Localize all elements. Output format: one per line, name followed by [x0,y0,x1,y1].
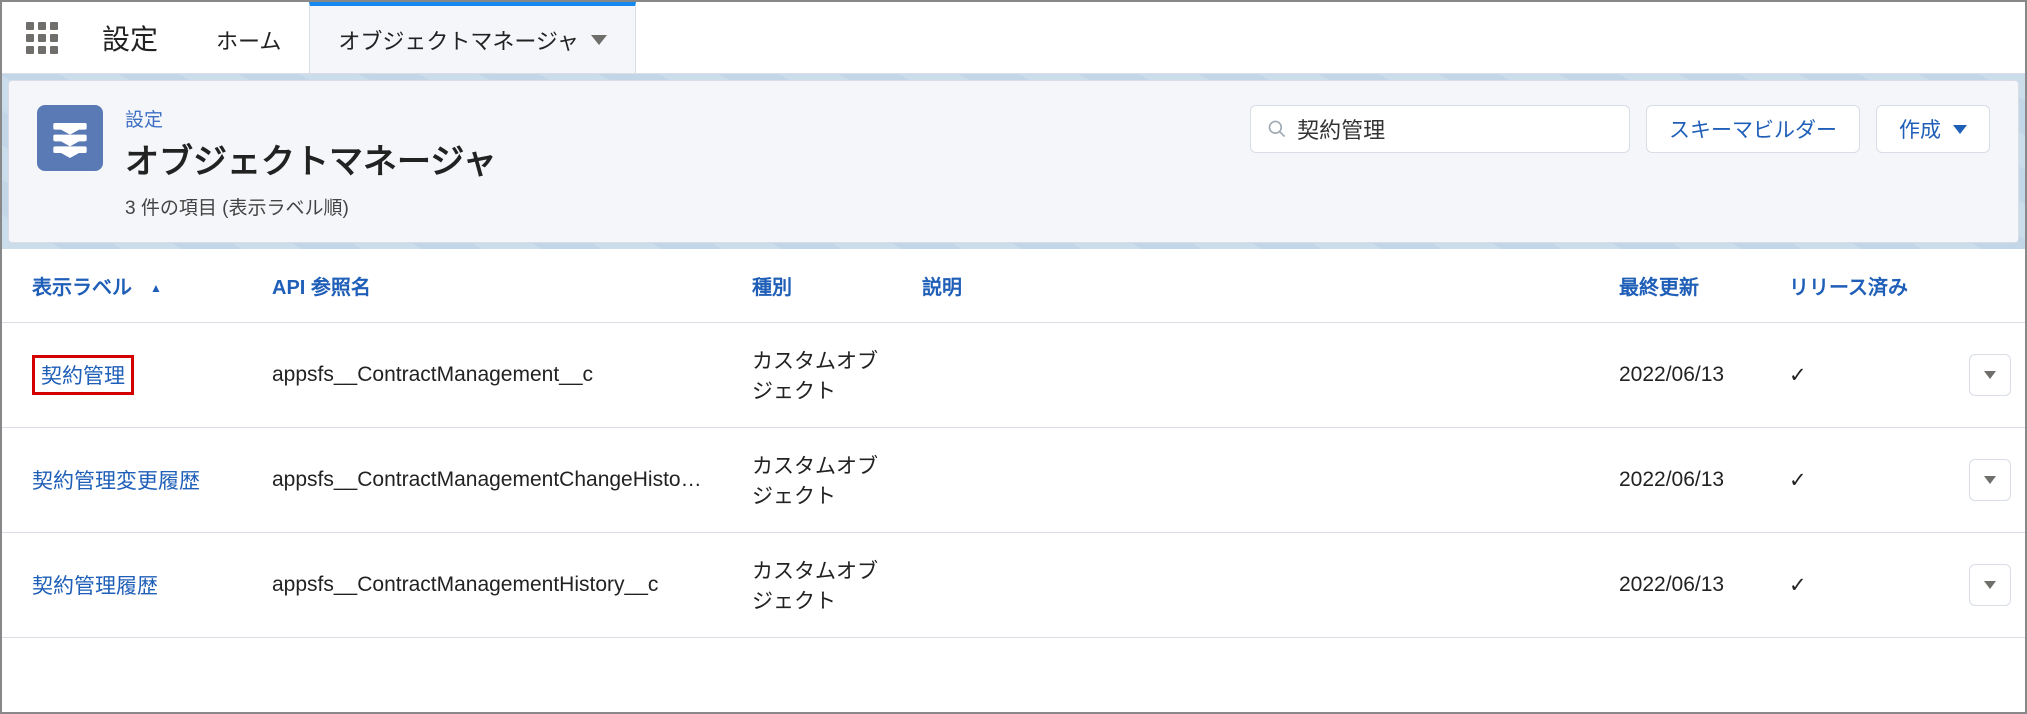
row-description [892,533,1589,638]
search-input[interactable] [1297,116,1613,142]
row-api-name: appsfs__ContractManagement__c [242,323,722,428]
row-type: カスタムオブジェクト [722,323,892,428]
col-type[interactable]: 種別 [722,249,892,323]
row-label[interactable]: 契約管理 [2,323,242,428]
chevron-down-icon [1984,371,1996,379]
create-button[interactable]: 作成 [1876,105,1990,153]
object-manager-icon [37,105,103,171]
page-header-wrap: 設定 オブジェクトマネージャ 3 件の項目 (表示ラベル順) スキーマビルダー … [2,74,2025,249]
row-label[interactable]: 契約管理変更履歴 [2,428,242,533]
table-row: 契約管理履歴appsfs__ContractManagementHistory_… [2,533,2025,638]
col-last-modified[interactable]: 最終更新 [1589,249,1759,323]
row-type: カスタムオブジェクト [722,533,892,638]
table-row: 契約管理 appsfs__ContractManagement__cカスタムオブジ… [2,323,2025,428]
row-api-name: appsfs__ContractManagementChangeHistory_… [242,428,722,533]
tab-home[interactable]: ホーム [188,2,309,73]
row-description [892,428,1589,533]
col-actions [1939,249,2025,323]
page-title: オブジェクトマネージャ [125,134,1228,183]
page-header: 設定 オブジェクトマネージャ 3 件の項目 (表示ラベル順) スキーマビルダー … [8,80,2019,243]
row-action-cell [1939,323,2025,428]
highlight-box: 契約管理 [32,355,134,395]
row-last-modified: 2022/06/13 [1589,428,1759,533]
app-title: 設定 [82,2,188,73]
search-box[interactable] [1250,105,1630,153]
chevron-down-icon [591,35,607,45]
row-action-button[interactable] [1969,354,2011,396]
page-eyebrow: 設定 [125,105,1228,132]
chevron-down-icon [1984,581,1996,589]
waffle-icon [26,22,58,54]
tab-object-manager-label: オブジェクトマネージャ [338,24,578,56]
col-api-name[interactable]: API 参照名 [242,249,722,323]
row-last-modified: 2022/06/13 [1589,533,1759,638]
row-action-cell [1939,533,2025,638]
row-last-modified: 2022/06/13 [1589,323,1759,428]
row-action-button[interactable] [1969,459,2011,501]
chevron-down-icon [1953,125,1967,134]
create-button-label: 作成 [1899,114,1941,144]
row-action-button[interactable] [1969,564,2011,606]
schema-builder-button[interactable]: スキーマビルダー [1646,105,1860,153]
row-released: ✓ [1759,428,1939,533]
top-nav: 設定 ホーム オブジェクトマネージャ [2,2,2025,74]
tab-object-manager[interactable]: オブジェクトマネージャ [309,2,635,73]
col-label[interactable]: 表示ラベル [2,249,242,323]
row-description [892,323,1589,428]
col-description[interactable]: 説明 [892,249,1589,323]
chevron-down-icon [1984,476,1996,484]
object-table: 表示ラベル API 参照名 種別 説明 最終更新 リリース済み 契約管理 apps… [2,249,2025,638]
row-action-cell [1939,428,2025,533]
search-icon [1267,118,1287,140]
row-label[interactable]: 契約管理履歴 [2,533,242,638]
table-row: 契約管理変更履歴appsfs__ContractManagementChange… [2,428,2025,533]
row-api-name: appsfs__ContractManagementHistory__c [242,533,722,638]
page-header-left: 設定 オブジェクトマネージャ 3 件の項目 (表示ラベル順) [125,105,1228,220]
col-released[interactable]: リリース済み [1759,249,1939,323]
page-subtitle: 3 件の項目 (表示ラベル順) [125,193,1228,220]
row-type: カスタムオブジェクト [722,428,892,533]
page-header-right: スキーマビルダー 作成 [1250,105,1990,153]
app-launcher-icon[interactable] [2,2,82,73]
row-released: ✓ [1759,323,1939,428]
row-released: ✓ [1759,533,1939,638]
